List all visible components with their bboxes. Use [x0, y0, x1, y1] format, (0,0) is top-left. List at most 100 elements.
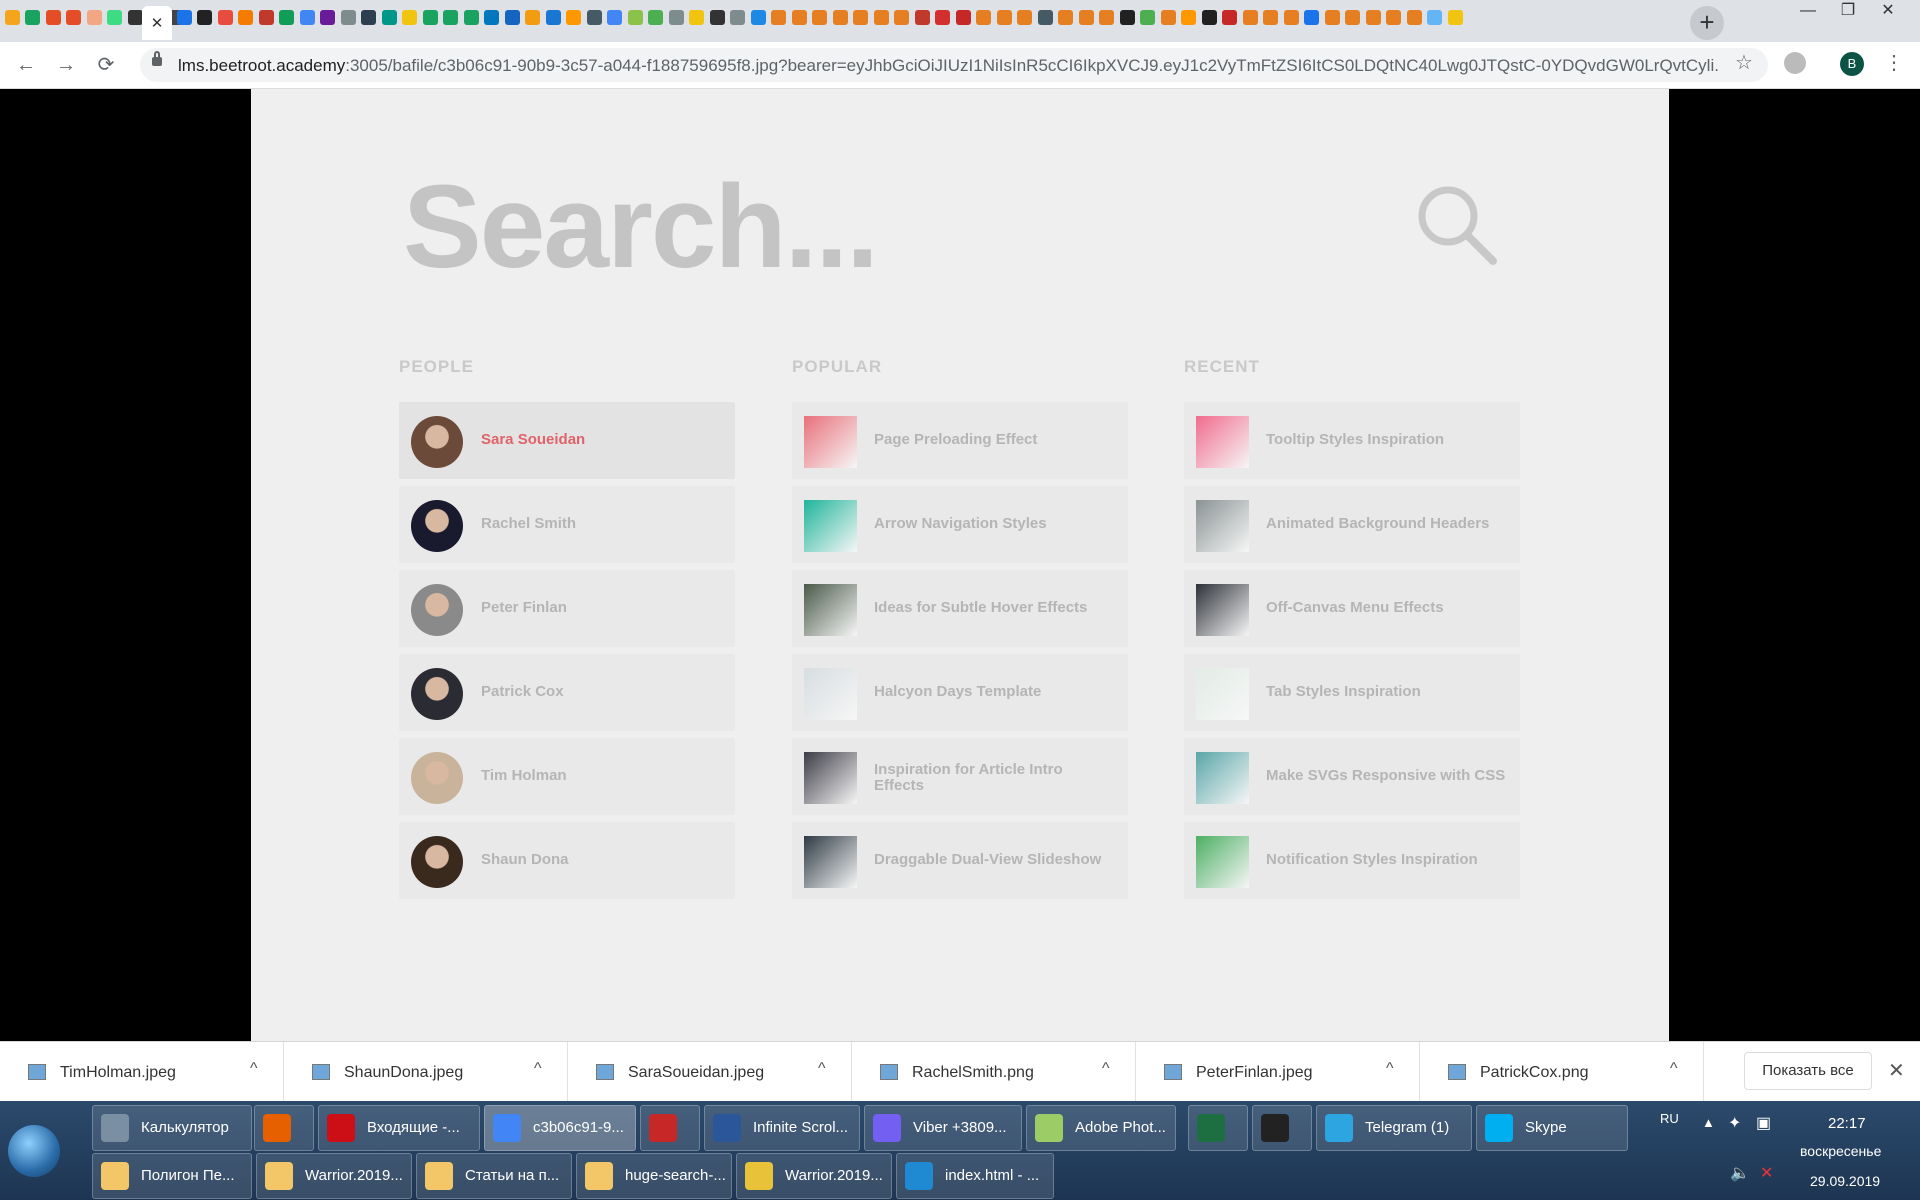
- tab-favicon[interactable]: [976, 6, 992, 28]
- tab-favicon[interactable]: [812, 6, 828, 28]
- tab-favicon[interactable]: [709, 6, 725, 28]
- tab-favicon[interactable]: [1324, 6, 1340, 28]
- taskbar-button[interactable]: huge-search-...: [576, 1153, 732, 1199]
- tab-favicon[interactable]: [1181, 6, 1197, 28]
- taskbar-button[interactable]: Telegram (1): [1316, 1105, 1472, 1151]
- taskbar-button[interactable]: Warrior.2019...: [256, 1153, 412, 1199]
- tab-favicon[interactable]: [1099, 6, 1115, 28]
- person-result[interactable]: Sara Soueidan: [399, 402, 735, 479]
- tab-favicon[interactable]: [176, 6, 192, 28]
- taskbar-button[interactable]: c3b06c91-9...: [484, 1105, 636, 1151]
- tab-favicon[interactable]: [791, 6, 807, 28]
- person-result[interactable]: Rachel Smith: [399, 486, 735, 563]
- tab-favicon[interactable]: [381, 6, 397, 28]
- tab-favicon[interactable]: [86, 6, 102, 28]
- taskbar-button[interactable]: Skype: [1476, 1105, 1628, 1151]
- tab-favicon[interactable]: [45, 6, 61, 28]
- taskbar-button[interactable]: Калькулятор: [92, 1105, 252, 1151]
- tab-favicon[interactable]: [361, 6, 377, 28]
- minimize-button[interactable]: —: [1788, 0, 1828, 24]
- person-result[interactable]: Shaun Dona: [399, 822, 735, 899]
- extension-globe-icon[interactable]: [1784, 52, 1806, 74]
- tab-favicon[interactable]: [299, 6, 315, 28]
- taskbar-button[interactable]: [1252, 1105, 1312, 1151]
- tab-favicon[interactable]: [1160, 6, 1176, 28]
- article-result[interactable]: Ideas for Subtle Hover Effects: [792, 570, 1128, 647]
- tab-favicon[interactable]: [1345, 6, 1361, 28]
- taskbar-button[interactable]: [640, 1105, 700, 1151]
- new-tab-button[interactable]: +: [1690, 6, 1724, 40]
- tab-favicon[interactable]: [422, 6, 438, 28]
- tab-favicon[interactable]: [894, 6, 910, 28]
- taskbar-button[interactable]: index.html - ...: [896, 1153, 1054, 1199]
- tab-favicon[interactable]: [750, 6, 766, 28]
- tab-favicon[interactable]: [873, 6, 889, 28]
- download-item[interactable]: TimHolman.jpeg ^: [0, 1042, 284, 1102]
- tab-favicon[interactable]: [996, 6, 1012, 28]
- tab-favicon[interactable]: [217, 6, 233, 28]
- article-result[interactable]: Arrow Navigation Styles: [792, 486, 1128, 563]
- taskbar-button[interactable]: Viber +3809...: [864, 1105, 1022, 1151]
- download-item[interactable]: ShaunDona.jpeg ^: [284, 1042, 568, 1102]
- language-indicator[interactable]: RU: [1660, 1111, 1679, 1126]
- clock-time[interactable]: 22:17: [1828, 1115, 1866, 1132]
- tab-favicon[interactable]: [4, 6, 20, 28]
- tab-favicon[interactable]: [463, 6, 479, 28]
- tab-favicon[interactable]: [1242, 6, 1258, 28]
- profile-avatar[interactable]: B: [1840, 52, 1864, 76]
- taskbar-button[interactable]: [254, 1105, 314, 1151]
- clock-date[interactable]: 29.09.2019: [1810, 1173, 1880, 1189]
- tab-favicon[interactable]: [586, 6, 602, 28]
- article-result[interactable]: Tooltip Styles Inspiration: [1184, 402, 1520, 479]
- taskbar-button[interactable]: Adobe Phot...: [1026, 1105, 1176, 1151]
- article-result[interactable]: Off-Canvas Menu Effects: [1184, 570, 1520, 647]
- tab-favicon[interactable]: [832, 6, 848, 28]
- tab-favicon[interactable]: [320, 6, 336, 28]
- tab-favicon[interactable]: [258, 6, 274, 28]
- tab-favicon[interactable]: [1058, 6, 1074, 28]
- person-result[interactable]: Patrick Cox: [399, 654, 735, 731]
- tab-favicon[interactable]: [1119, 6, 1135, 28]
- tab-favicon[interactable]: [1283, 6, 1299, 28]
- tab-favicon[interactable]: [127, 6, 143, 28]
- tab-favicon[interactable]: [340, 6, 356, 28]
- taskbar-button[interactable]: Infinite Scrol...: [704, 1105, 860, 1151]
- tab-favicon[interactable]: [107, 6, 123, 28]
- tab-favicon[interactable]: [566, 6, 582, 28]
- tab-favicon[interactable]: [525, 6, 541, 28]
- taskbar-button[interactable]: Статьи на п...: [416, 1153, 572, 1199]
- tab-favicon[interactable]: [1427, 6, 1443, 28]
- taskbar-button[interactable]: [1188, 1105, 1248, 1151]
- tab-favicon[interactable]: [1037, 6, 1053, 28]
- tab-favicon[interactable]: [1447, 6, 1463, 28]
- tab-favicon[interactable]: [279, 6, 295, 28]
- tab-favicon[interactable]: [1017, 6, 1033, 28]
- download-item[interactable]: RachelSmith.png ^: [852, 1042, 1136, 1102]
- active-tab[interactable]: ✕: [142, 6, 172, 40]
- taskbar-button[interactable]: Полигон Пе...: [92, 1153, 252, 1199]
- download-item[interactable]: SaraSoueidan.jpeg ^: [568, 1042, 852, 1102]
- article-result[interactable]: Halcyon Days Template: [792, 654, 1128, 731]
- network-warning-icon[interactable]: ✕: [1760, 1163, 1773, 1183]
- chevron-up-icon[interactable]: ^: [1670, 1060, 1678, 1078]
- download-item[interactable]: PatrickCox.png ^: [1420, 1042, 1704, 1102]
- tab-favicon[interactable]: [1263, 6, 1279, 28]
- url-text[interactable]: lms.beetroot.academy:3005/bafile/c3b06c9…: [178, 56, 1718, 76]
- volume-icon[interactable]: 🔈: [1730, 1163, 1750, 1183]
- tab-favicon[interactable]: [66, 6, 82, 28]
- tab-favicon[interactable]: [1365, 6, 1381, 28]
- chevron-up-icon[interactable]: ^: [534, 1060, 542, 1078]
- close-downloads-icon[interactable]: ✕: [1888, 1058, 1905, 1083]
- tray-arrow-icon[interactable]: ▲: [1702, 1115, 1715, 1130]
- show-all-downloads-button[interactable]: Показать все: [1744, 1052, 1872, 1090]
- tab-favicon[interactable]: [955, 6, 971, 28]
- download-item[interactable]: PeterFinlan.jpeg ^: [1136, 1042, 1420, 1102]
- person-result[interactable]: Tim Holman: [399, 738, 735, 815]
- article-result[interactable]: Notification Styles Inspiration: [1184, 822, 1520, 899]
- bookmark-star-icon[interactable]: ☆: [1735, 50, 1753, 75]
- address-bar[interactable]: lms.beetroot.academy:3005/bafile/c3b06c9…: [140, 48, 1768, 82]
- article-result[interactable]: Draggable Dual-View Slideshow: [792, 822, 1128, 899]
- tab-favicon[interactable]: [1201, 6, 1217, 28]
- tab-favicon[interactable]: [504, 6, 520, 28]
- taskbar-button[interactable]: Входящие -...: [318, 1105, 480, 1151]
